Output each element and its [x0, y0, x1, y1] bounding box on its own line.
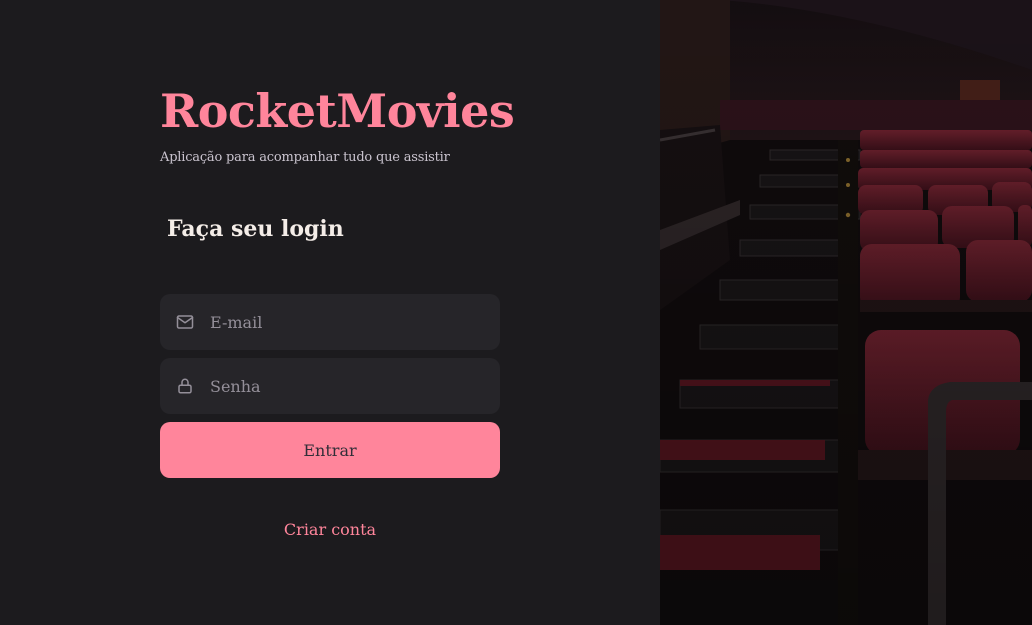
create-account-link[interactable]: Criar conta [160, 520, 500, 539]
login-heading: Faça seu login [167, 216, 344, 242]
login-button[interactable]: Entrar [160, 422, 500, 478]
lock-icon [176, 377, 194, 395]
email-input[interactable] [210, 312, 490, 332]
login-panel: RocketMovies Aplicação para acompanhar t… [0, 0, 660, 625]
password-field[interactable] [160, 358, 500, 414]
password-input[interactable] [210, 376, 490, 396]
mail-icon [176, 313, 194, 331]
brand-title: RocketMovies [160, 84, 515, 138]
login-page: RocketMovies Aplicação para acompanhar t… [0, 0, 1032, 625]
brand-tagline: Aplicação para acompanhar tudo que assis… [160, 150, 450, 165]
cinema-seats-illustration [660, 0, 1032, 625]
email-field[interactable] [160, 294, 500, 350]
cinema-background-image [660, 0, 1032, 625]
